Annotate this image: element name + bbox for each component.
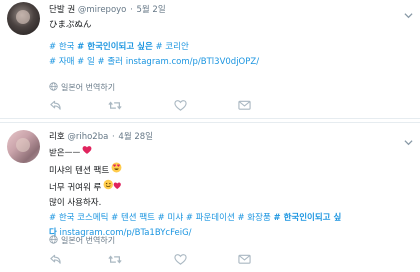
hashtag-link[interactable]: # 한국인이되고 싶은	[77, 42, 153, 52]
tweet[interactable]: 단발 권 @mirepoyo · 5월 2일 ひまぷぬん # 한국 # 한국인이되고…	[0, 0, 420, 119]
heart-icon	[174, 253, 188, 266]
timestamp[interactable]: 4월 28일	[118, 132, 153, 142]
timestamp[interactable]: 5월 2일	[137, 5, 166, 15]
hashtag-link[interactable]: # 한국인이되고 싶	[273, 213, 341, 223]
separator-dot: ·	[127, 5, 136, 15]
chevron-down-icon[interactable]	[404, 5, 413, 19]
hashtag-link[interactable]: # 한국	[49, 42, 74, 52]
text-line: ひまぷぬん	[49, 18, 408, 33]
hashtag-link[interactable]: # 한국 코스메틱	[49, 213, 108, 223]
text-line: 받은ㅡㅡ	[49, 145, 408, 162]
hashtag-link[interactable]: # 파운데이션	[186, 213, 235, 223]
tweet-text: 받은ㅡㅡ 미샤의 텐션 팩트너무 귀여워 루많이 사용하자. # 한국 코스메틱 #…	[49, 145, 408, 241]
smile-heart-emoji	[103, 179, 122, 196]
reply-icon	[49, 99, 63, 112]
direct-message-button[interactable]	[238, 253, 252, 267]
text-line: # 한국 # 한국인이되고 싶은 # 코리안	[49, 40, 408, 55]
text-span: 미샤의 텐션 팩트	[49, 165, 110, 176]
username[interactable]: @mirepoyo	[78, 5, 127, 15]
display-name[interactable]: 리호	[49, 132, 65, 142]
url-link[interactable]: instagram.com/p/BTl3V0djOPZ/	[126, 57, 259, 67]
text-span: 많이 사용하자.	[49, 197, 102, 208]
retweet-button[interactable]	[108, 99, 122, 113]
hashtag-link[interactable]: # 일	[77, 57, 95, 67]
tweet-header: 단발 권 @mirepoyo · 5월 2일	[49, 3, 166, 15]
tweet[interactable]: 리호 @riho2ba · 4월 28일받은ㅡㅡ 미샤의 텐션 팩트너무 귀여워 …	[0, 122, 420, 272]
retweet-icon	[108, 99, 122, 112]
hashtag-link[interactable]: # 자매	[49, 57, 74, 67]
tweet-text: ひまぷぬん # 한국 # 한국인이되고 싶은 # 코리안 # 자매 # 일 # 졸러…	[49, 18, 408, 70]
text-line: # 한국 코스메틱 # 텐션 팩트 # 미샤 # 파운데이션 # 화장품 # 한…	[49, 211, 408, 226]
retweet-icon	[108, 253, 122, 266]
tweet-actions	[49, 99, 349, 113]
reply-button[interactable]	[49, 99, 63, 113]
translate-label: 일본어 번역하기	[61, 236, 116, 245]
direct-message-button[interactable]	[238, 99, 252, 113]
hashtag-link[interactable]: # 코리안	[155, 42, 188, 52]
text-span: ひまぷぬん	[49, 20, 92, 30]
translate-tweet-button[interactable]: 일본어 번역하기	[49, 82, 115, 93]
separator-dot: ·	[109, 132, 118, 142]
display-name[interactable]: 단발 권	[49, 5, 75, 15]
username[interactable]: @riho2ba	[67, 132, 108, 142]
hashtag-link[interactable]: # 미샤	[158, 213, 183, 223]
avatar[interactable]	[7, 130, 40, 163]
hashtag-link[interactable]: # 텐션 팩트	[111, 213, 155, 223]
heart-emoji	[82, 145, 92, 161]
text-span: 너무 귀여워 루	[49, 182, 102, 193]
heart-icon	[174, 99, 188, 112]
hashtag-link[interactable]: # 화장품	[237, 213, 270, 223]
tweet-header: 리호 @riho2ba · 4월 28일	[49, 130, 153, 142]
tweet-actions	[49, 253, 349, 267]
reply-button[interactable]	[49, 253, 63, 267]
text-line: 미샤의 텐션 팩트	[49, 162, 408, 179]
envelope-icon	[238, 253, 252, 265]
text-line: 너무 귀여워 루	[49, 179, 408, 196]
reply-icon	[49, 253, 63, 266]
chevron-down-icon[interactable]	[404, 132, 413, 146]
text-line: 많이 사용하자.	[49, 196, 408, 211]
translate-label: 일본어 번역하기	[61, 83, 116, 92]
like-button[interactable]	[174, 253, 188, 267]
text-span: 받은ㅡㅡ	[49, 148, 81, 159]
like-button[interactable]	[174, 99, 188, 113]
retweet-button[interactable]	[108, 253, 122, 267]
translate-tweet-button[interactable]: 일본어 번역하기	[49, 235, 115, 246]
globe-icon	[49, 82, 58, 93]
avatar[interactable]	[7, 2, 40, 35]
globe-icon	[49, 235, 58, 246]
text-line: # 자매 # 일 # 졸러 instagram.com/p/BTl3V0djOP…	[49, 55, 408, 70]
envelope-icon	[238, 99, 252, 111]
heart-eyes-emoji	[111, 162, 122, 179]
hashtag-link[interactable]: # 졸러	[98, 57, 123, 67]
